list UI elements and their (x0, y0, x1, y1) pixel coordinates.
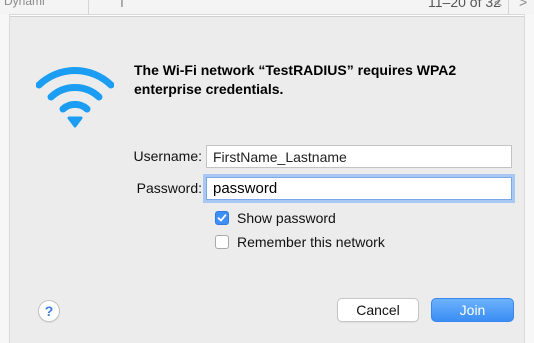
password-label: Password: (136, 180, 202, 196)
password-field[interactable] (206, 177, 512, 200)
previous-page-icon[interactable]: < (494, 0, 502, 10)
background-text: Dynami (4, 0, 45, 8)
divider (88, 0, 89, 14)
remember-network-label: Remember this network (237, 234, 385, 250)
checkbox-box[interactable] (215, 235, 229, 249)
join-button[interactable]: Join (431, 298, 514, 322)
background-window-toolbar: Dynami I 11–20 of 32 < > (0, 0, 534, 15)
checkmark-icon[interactable] (215, 211, 229, 225)
background-text: I (120, 0, 124, 10)
wifi-credentials-dialog: The Wi-Fi network “TestRADIUS” requires … (10, 16, 524, 343)
cancel-button[interactable]: Cancel (337, 298, 419, 322)
username-label: Username: (133, 148, 202, 164)
next-page-icon[interactable]: > (519, 0, 527, 10)
divider (508, 0, 509, 14)
dialog-message: The Wi-Fi network “TestRADIUS” requires … (134, 62, 457, 97)
wifi-icon (36, 67, 114, 128)
help-button[interactable]: ? (38, 300, 60, 322)
background-window-left (0, 14, 10, 343)
username-field[interactable] (206, 145, 512, 168)
show-password-checkbox[interactable]: Show password (215, 209, 336, 227)
pagination-text: 11–20 of 32 (428, 0, 501, 10)
screen: Dynami I 11–20 of 32 < > The Wi-Fi netwo… (0, 0, 534, 343)
background-window-right (524, 14, 534, 343)
remember-network-checkbox[interactable]: Remember this network (215, 233, 385, 251)
show-password-label: Show password (237, 210, 336, 226)
